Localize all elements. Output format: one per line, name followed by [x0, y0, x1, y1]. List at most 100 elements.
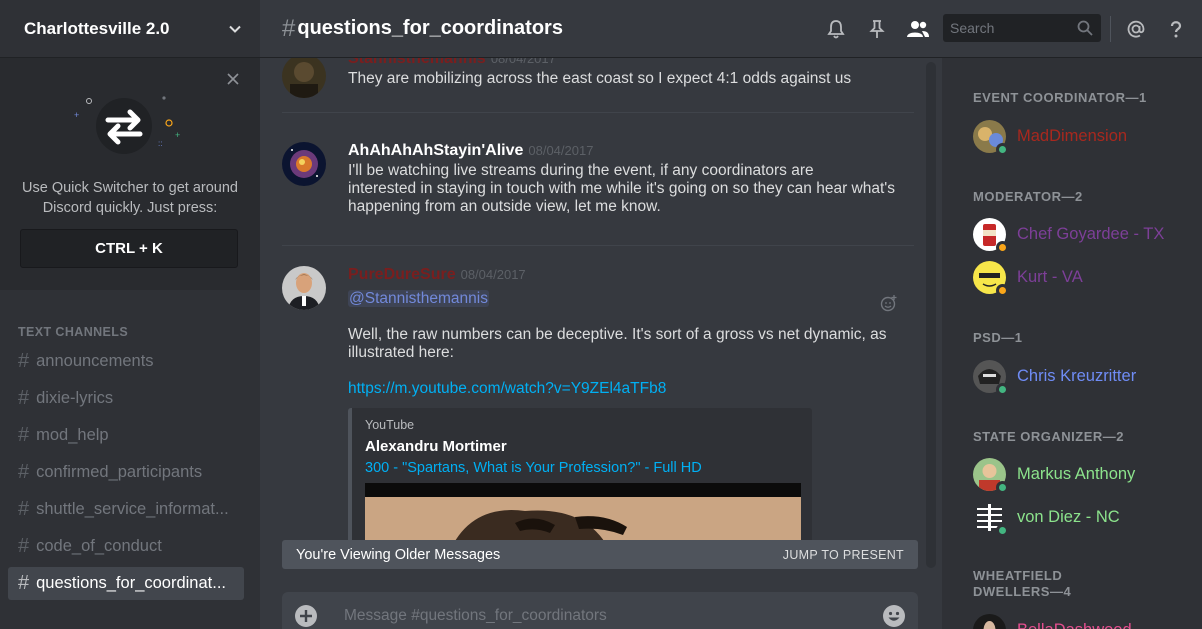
message-list: Stannisthemannis 08/04/2017 They are mobi…: [260, 58, 942, 578]
user-mention[interactable]: @Stannisthemannis: [348, 290, 489, 307]
message: AhAhAhAhStayin'Alive 08/04/2017 I'll be w…: [282, 142, 895, 232]
channel-shuttle-service[interactable]: # shuttle_service_informat...: [8, 493, 244, 526]
message-scrollbar[interactable]: [926, 62, 936, 568]
avatar: [973, 119, 1009, 156]
channel-mod-help[interactable]: # mod_help: [8, 419, 244, 452]
member-item[interactable]: Kurt - VA: [973, 259, 1193, 297]
status-idle-indicator: [996, 240, 1009, 254]
channel-header: # questions_for_coordinators Search: [260, 0, 1202, 58]
member-name: von Diez - NC: [1017, 507, 1120, 526]
message-text: They are mobilizing across the east coas…: [348, 70, 852, 87]
status-online-indicator: [996, 382, 1009, 396]
hash-icon: #: [18, 350, 30, 372]
help-icon[interactable]: [1165, 18, 1187, 40]
message-text: Well, the raw numbers can be deceptive. …: [348, 326, 887, 361]
close-icon[interactable]: [226, 72, 240, 86]
svg-text:+: +: [175, 130, 180, 140]
embed-author[interactable]: Alexandru Mortimer: [365, 438, 507, 455]
quick-switcher-illustration: + + ::: [74, 96, 180, 154]
message-composer[interactable]: Message #questions_for_coordinators: [282, 592, 918, 629]
emoji-picker-icon[interactable]: [882, 604, 906, 628]
role-header: WHEATFIELD DWELLERS—4: [973, 568, 1072, 599]
channel-sidebar: Charlottesville 2.0 + + :: Use Quick Swi…: [0, 0, 260, 629]
search-icon: [1077, 20, 1093, 36]
member-item[interactable]: Markus Anthony: [973, 456, 1193, 494]
bell-icon[interactable]: [825, 18, 847, 40]
member-list: EVENT COORDINATOR—1 MadDimension MODERAT…: [942, 58, 1202, 629]
toolbar-divider: [1110, 16, 1111, 42]
message-timestamp: 08/04/2017: [490, 58, 556, 66]
status-online-indicator: [996, 142, 1009, 156]
svg-text:+: +: [74, 110, 79, 120]
members-icon[interactable]: [905, 18, 931, 40]
channel-list: # announcements # dixie-lyrics # mod_help #…: [8, 345, 244, 604]
category-text-channels[interactable]: TEXT CHANNELS: [18, 325, 128, 339]
message-input[interactable]: Message #questions_for_coordinators: [344, 607, 607, 625]
hash-icon: #: [18, 535, 30, 557]
server-name: Charlottesville 2.0: [24, 18, 170, 38]
member-name: Kurt - VA: [1017, 267, 1083, 286]
avatar: [973, 500, 1009, 537]
channel-code-of-conduct[interactable]: # code_of_conduct: [8, 530, 244, 563]
message-text: I'll be watching live streams during the…: [348, 162, 895, 215]
quick-switcher-tip: + + :: Use Quick Switcher to get around …: [0, 58, 260, 290]
svg-text:::: ::: [158, 139, 162, 148]
role-header: STATE ORGANIZER—2: [973, 429, 1125, 444]
hash-icon: #: [282, 14, 296, 42]
older-messages-label: You're Viewing Older Messages: [296, 546, 501, 563]
channel-questions-for-coordinators[interactable]: # questions_for_coordinat...: [8, 567, 244, 600]
avatar[interactable]: [282, 142, 326, 186]
message-text: @Stannisthemannis: [348, 290, 908, 308]
status-idle-indicator: [996, 283, 1009, 297]
hash-icon: #: [18, 424, 30, 446]
message-author[interactable]: Stannisthemannis: [348, 58, 486, 67]
older-messages-bar: You're Viewing Older Messages JUMP TO PR…: [282, 540, 918, 569]
hash-icon: #: [18, 461, 30, 483]
message-link[interactable]: https://m.youtube.com/watch?v=Y9ZEl4aTFb…: [348, 380, 666, 397]
channel-announcements[interactable]: # announcements: [8, 345, 244, 378]
message: Stannisthemannis 08/04/2017 They are mobi…: [282, 58, 892, 110]
embed-provider: YouTube: [365, 418, 415, 432]
avatar: [973, 457, 1009, 494]
server-header[interactable]: Charlottesville 2.0: [0, 0, 260, 58]
member-name: Markus Anthony: [1017, 464, 1136, 483]
hash-icon: #: [18, 572, 30, 594]
jump-to-present-button[interactable]: JUMP TO PRESENT: [783, 548, 904, 562]
avatar: [973, 613, 1006, 629]
message-link-wrap: https://m.youtube.com/watch?v=Y9ZEl4aTFb…: [348, 380, 908, 398]
member-item[interactable]: Chris Kreuzritter: [973, 358, 1193, 396]
message-timestamp: 08/04/2017: [460, 267, 526, 282]
member-item[interactable]: Chef Goyardee - TX: [973, 216, 1193, 254]
channel-title: questions_for_coordinators: [297, 17, 563, 39]
pin-icon[interactable]: [866, 18, 888, 40]
message: PureDureSure 08/04/2017 @Stannisthemannis…: [282, 266, 897, 578]
avatar[interactable]: [282, 58, 326, 98]
link-embed: YouTube Alexandru Mortimer 300 - "Sparta…: [348, 408, 812, 548]
hash-icon: #: [18, 387, 30, 409]
member-item[interactable]: BellaDashwood: [973, 612, 1193, 629]
search-input[interactable]: Search: [943, 14, 1101, 42]
member-name: MadDimension: [1017, 126, 1128, 145]
quick-switcher-text: Use Quick Switcher to get around Discord…: [22, 180, 238, 216]
avatar[interactable]: [282, 266, 326, 310]
embed-title[interactable]: 300 - "Spartans, What is Your Profession…: [365, 460, 702, 476]
upload-plus-icon[interactable]: [294, 604, 318, 628]
channel-dixie-lyrics[interactable]: # dixie-lyrics: [8, 382, 244, 415]
add-reaction-icon[interactable]: [880, 294, 898, 312]
role-header: PSD—1: [973, 330, 1023, 345]
message-author[interactable]: AhAhAhAhStayin'Alive: [348, 142, 523, 159]
role-header: MODERATOR—2: [973, 189, 1083, 204]
avatar: [973, 217, 1009, 254]
chevron-down-icon[interactable]: [228, 22, 242, 36]
member-name: Chef Goyardee - TX: [1017, 224, 1165, 243]
video-thumbnail[interactable]: [365, 483, 801, 548]
member-item[interactable]: MadDimension: [973, 118, 1193, 156]
quick-switcher-shortcut: CTRL + K: [20, 229, 238, 268]
hash-icon: #: [18, 498, 30, 520]
avatar: [973, 260, 1009, 297]
channel-confirmed-participants[interactable]: # confirmed_participants: [8, 456, 244, 489]
mention-icon[interactable]: [1125, 18, 1147, 40]
member-item[interactable]: von Diez - NC: [973, 499, 1193, 537]
message-timestamp: 08/04/2017: [528, 143, 594, 158]
message-author[interactable]: PureDureSure: [348, 266, 456, 283]
